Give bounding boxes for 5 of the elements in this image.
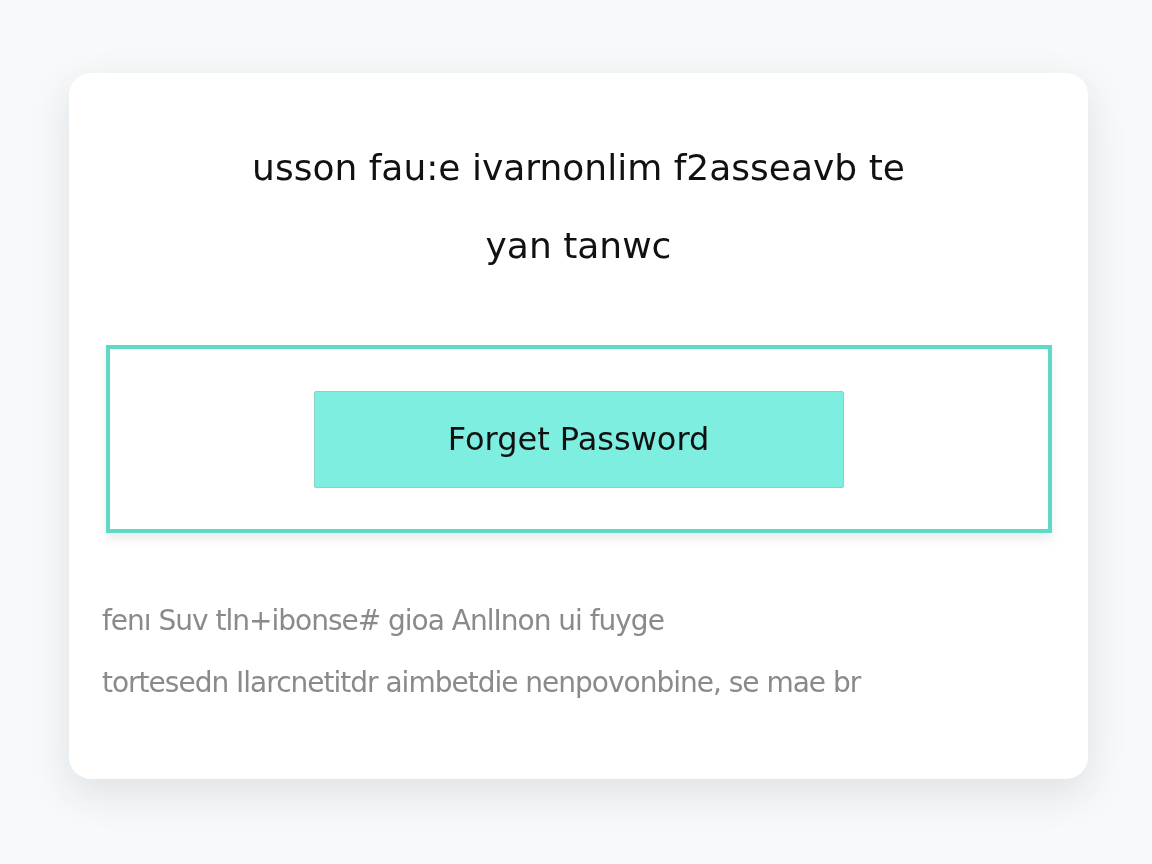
body-text: tortesedn Ilarcnetitdr aimbetdie nenpovonbine, se mae br [102, 665, 862, 701]
heading-text: yan tanwc [485, 224, 672, 268]
forget-password-button[interactable]: Forget Password [313, 390, 844, 488]
heading-text: usson fau:e ivarnonlim f2asseavb te [252, 146, 905, 190]
body-text: fenı Suv tln+ibonse# gioa AnlInon ui fuyge [102, 603, 665, 639]
